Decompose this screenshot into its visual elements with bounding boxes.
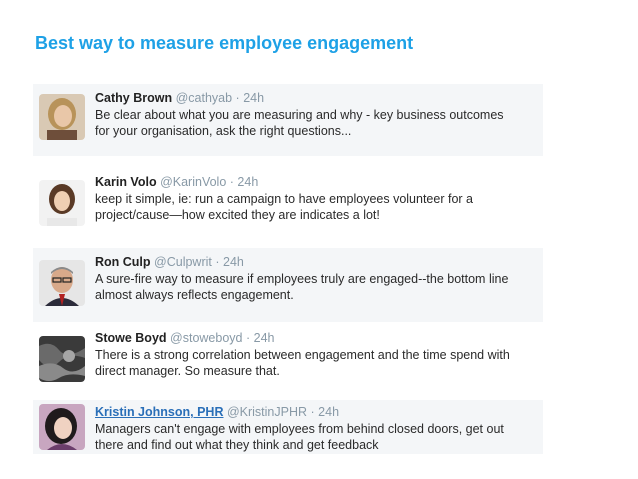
author-name[interactable]: Karin Volo	[95, 175, 157, 189]
page-title: Best way to measure employee engagement	[35, 33, 414, 53]
tweet-item[interactable]: Karin Volo @KarinVolo · 24h keep it simp…	[33, 168, 543, 242]
tweet-text-line: there and find out what they think and g…	[95, 438, 379, 452]
author-name[interactable]: Cathy Brown	[95, 91, 172, 105]
separator-dot: ·	[310, 405, 315, 419]
avatar-man-glasses-icon	[39, 260, 85, 306]
timestamp[interactable]: 24h	[243, 91, 264, 105]
tweet-text-line: project/cause—how excited they are indic…	[95, 208, 380, 222]
tweet-content: Stowe Boyd @stoweboyd · 24h There is a s…	[95, 330, 543, 379]
avatar[interactable]	[39, 404, 85, 450]
avatar[interactable]	[39, 336, 85, 382]
author-name[interactable]: Stowe Boyd	[95, 331, 167, 345]
tweet-text: keep it simple, ie: run a campaign to ha…	[95, 191, 543, 223]
author-handle[interactable]: @KristinJPHR	[227, 405, 307, 419]
tweet-text-line: for your organisation, ask the right que…	[95, 124, 352, 138]
author-handle[interactable]: @KarinVolo	[160, 175, 226, 189]
avatar[interactable]	[39, 94, 85, 140]
tweet-text: Be clear about what you are measuring an…	[95, 107, 543, 139]
author-name[interactable]: Kristin Johnson, PHR	[95, 405, 223, 419]
separator-dot: ·	[215, 255, 220, 269]
tweet-content: Ron Culp @Culpwrit · 24h A sure-fire way…	[95, 254, 543, 303]
tweet-content: Cathy Brown @cathyab · 24h Be clear abou…	[95, 90, 543, 139]
tweet-text: There is a strong correlation between en…	[95, 347, 543, 379]
tweet-text-line: direct manager. So measure that.	[95, 364, 280, 378]
separator-dot: ·	[235, 91, 240, 105]
tweet-list: Cathy Brown @cathyab · 24h Be clear abou…	[33, 84, 543, 454]
tweet-content: Kristin Johnson, PHR @KristinJPHR · 24h …	[95, 404, 543, 453]
author-handle[interactable]: @stoweboyd	[170, 331, 242, 345]
tweet-text-line: Be clear about what you are measuring an…	[95, 108, 504, 122]
tweet-text-line: Managers can't engage with employees fro…	[95, 422, 504, 436]
avatar-woman-blonde-icon	[39, 94, 85, 140]
tweet-text-line: keep it simple, ie: run a campaign to ha…	[95, 192, 473, 206]
tweet-text-line: A sure-fire way to measure if employees …	[95, 272, 509, 286]
tweet-item[interactable]: Cathy Brown @cathyab · 24h Be clear abou…	[33, 84, 543, 156]
tweet-item[interactable]: Ron Culp @Culpwrit · 24h A sure-fire way…	[33, 248, 543, 322]
author-handle[interactable]: @Culpwrit	[154, 255, 212, 269]
timestamp[interactable]: 24h	[254, 331, 275, 345]
separator-dot: ·	[229, 175, 234, 189]
avatar-woman-black-hair-icon	[39, 404, 85, 450]
tweet-item[interactable]: Kristin Johnson, PHR @KristinJPHR · 24h …	[33, 400, 543, 454]
avatar[interactable]	[39, 260, 85, 306]
timestamp[interactable]: 24h	[223, 255, 244, 269]
timestamp[interactable]: 24h	[318, 405, 339, 419]
tweet-text-line: There is a strong correlation between en…	[95, 348, 510, 362]
avatar-woman-dark-hair-icon	[39, 180, 85, 226]
tweet-content: Karin Volo @KarinVolo · 24h keep it simp…	[95, 174, 543, 223]
tweet-text: Managers can't engage with employees fro…	[95, 421, 543, 453]
tweet-item[interactable]: Stowe Boyd @stoweboyd · 24h There is a s…	[33, 324, 543, 398]
tweet-text: A sure-fire way to measure if employees …	[95, 271, 543, 303]
avatar-grayscale-texture-icon	[39, 336, 85, 382]
author-name[interactable]: Ron Culp	[95, 255, 151, 269]
timestamp[interactable]: 24h	[237, 175, 258, 189]
avatar[interactable]	[39, 180, 85, 226]
separator-dot: ·	[245, 331, 251, 345]
tweet-text-line: almost always reflects engagement.	[95, 288, 294, 302]
author-handle[interactable]: @cathyab	[176, 91, 232, 105]
